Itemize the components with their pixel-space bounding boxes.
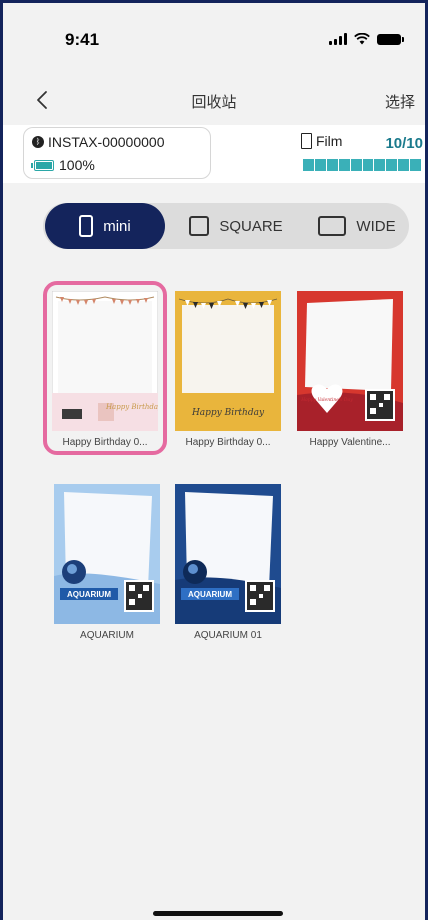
bluetooth-icon: ᛒ (32, 136, 44, 148)
battery-icon (377, 33, 404, 45)
film-label: Film (316, 133, 343, 149)
printer-battery-level: 100% (59, 157, 95, 173)
tab-mini-label: mini (103, 217, 131, 235)
tab-square[interactable]: SQUARE (181, 203, 291, 249)
frame-thumbnail: Happy Birthday (175, 291, 281, 431)
frame-thumbnail: Happy Birthday (52, 291, 158, 431)
frame-caption: AQUARIUM (80, 630, 134, 641)
page-title: 回收站 (191, 94, 237, 111)
frame-thumbnail: AQUARIUM (54, 484, 160, 624)
status-icons (329, 33, 404, 45)
square-format-icon (189, 216, 210, 236)
tab-wide[interactable]: WIDE (305, 203, 409, 249)
frame-caption: Happy Birthday 0... (62, 437, 148, 448)
frame-thumbnail: AQUARIUM (175, 484, 281, 624)
wide-format-icon (318, 216, 347, 236)
printer-battery-row: 100% (31, 157, 95, 173)
frame-caption: Happy Valentine... (309, 437, 391, 448)
format-segmented-control: mini SQUARE WIDE (43, 203, 409, 249)
mini-format-icon (79, 215, 94, 237)
valentine-script: Happy Valentine's Day (300, 397, 353, 403)
phone-screen: 9:41 回收站 选择 ᛒ INSTAX-00000000 100% Film … (0, 0, 428, 920)
film-remaining-bar (303, 159, 422, 171)
film-count: 10/10 (385, 135, 423, 152)
select-button[interactable]: 选择 (385, 91, 415, 112)
film-icon (301, 133, 312, 149)
signal-icon (329, 33, 347, 45)
aquarium-frame-art: AQUARIUM (54, 484, 160, 624)
birthday-2-script: Happy Birthday (191, 408, 265, 418)
status-bar: 9:41 (3, 3, 425, 73)
film-status: Film 10/10 (301, 133, 423, 177)
printer-battery-icon (31, 159, 54, 171)
valentine-frame-art: Happy Valentine's Day (297, 291, 403, 431)
birthday-1-script: Happy Birthday (105, 403, 158, 411)
home-indicator (153, 911, 283, 916)
tab-wide-label: WIDE (356, 217, 396, 235)
frame-caption: AQUARIUM 01 (194, 630, 262, 641)
printer-name-row: ᛒ INSTAX-00000000 (32, 134, 164, 150)
wifi-icon (354, 33, 370, 45)
tab-square-label: SQUARE (219, 217, 283, 235)
aquarium-01-frame-art: AQUARIUM (175, 484, 281, 624)
birthday-frame-art-1: Happy Birthday (52, 291, 158, 431)
aquarium-title-2: AQUARIUM (188, 590, 232, 599)
film-label-row: Film (301, 133, 342, 149)
printer-card[interactable]: ᛒ INSTAX-00000000 100% (23, 127, 211, 179)
tab-mini[interactable]: mini (45, 203, 165, 249)
frame-caption: Happy Birthday 0... (185, 437, 271, 448)
status-time: 9:41 (65, 30, 100, 49)
printer-info-strip: ᛒ INSTAX-00000000 100% Film 10/10 (3, 125, 425, 183)
frame-thumbnail: Happy Valentine's Day (297, 291, 403, 431)
birthday-frame-art-2: Happy Birthday (175, 291, 281, 431)
aquarium-title-1: AQUARIUM (67, 590, 111, 599)
printer-name: INSTAX-00000000 (48, 134, 165, 150)
nav-bar: 回收站 选择 (3, 81, 425, 121)
